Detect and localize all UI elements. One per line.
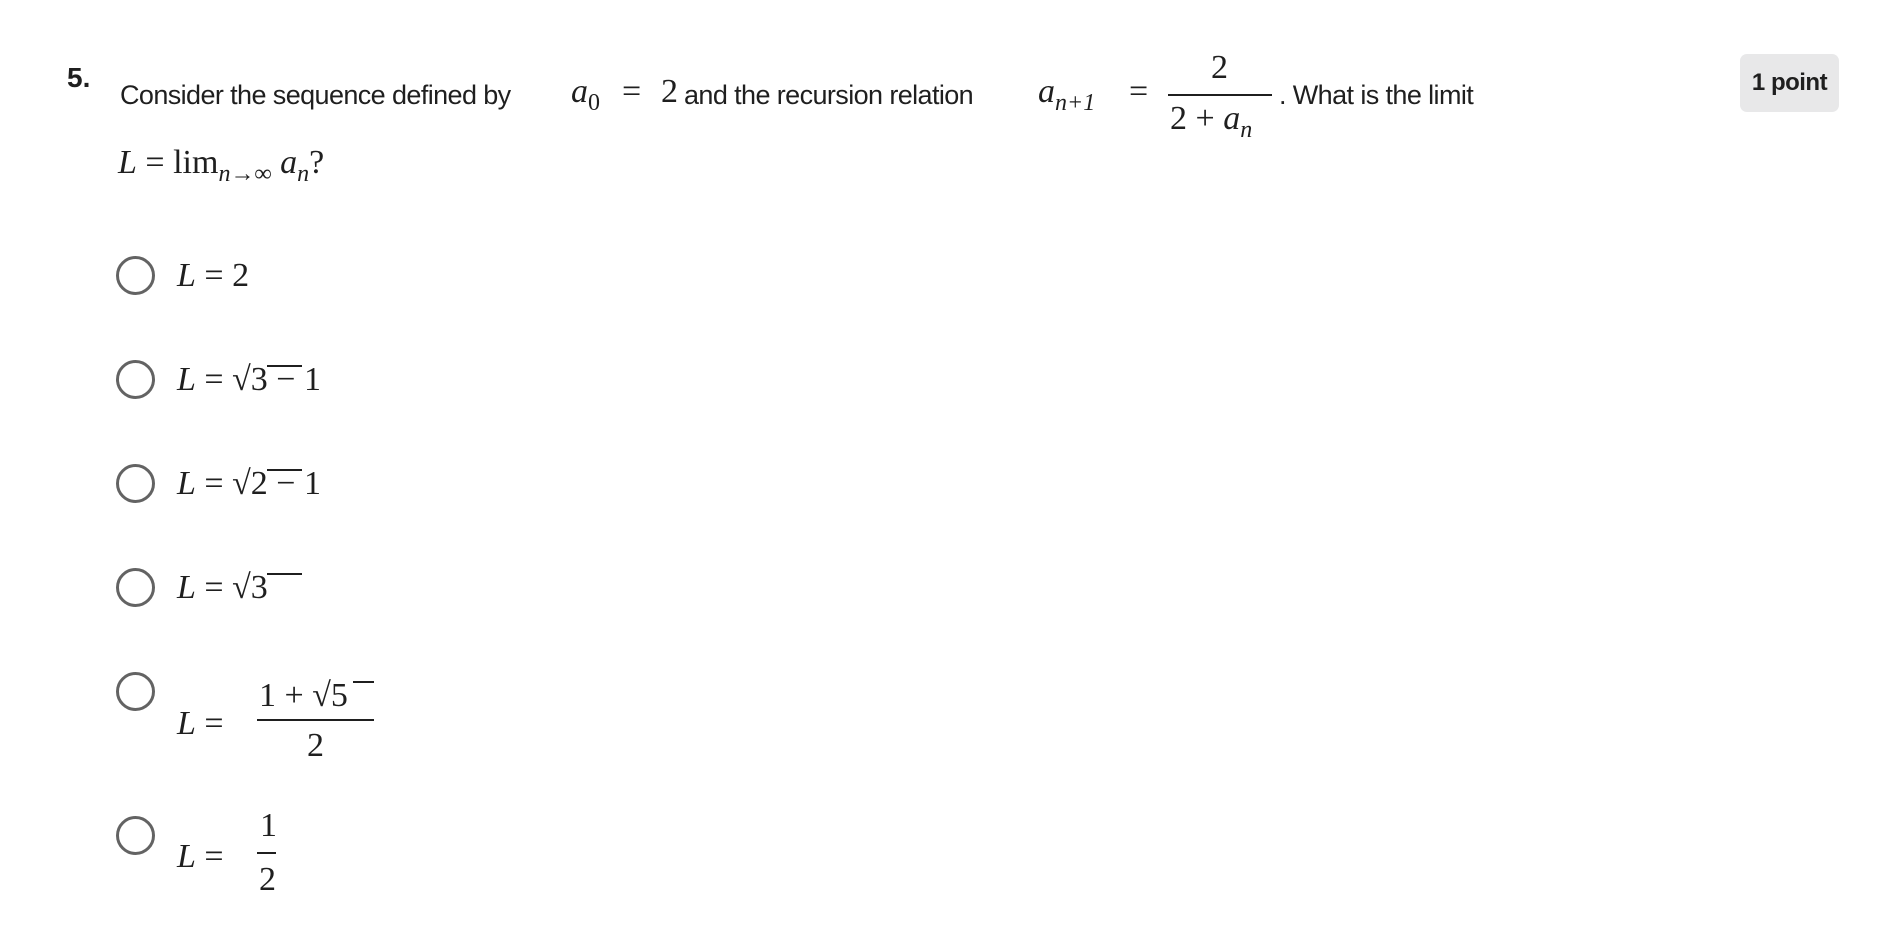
- math-var-L: L: [177, 705, 196, 742]
- fraction-bar: [1168, 94, 1272, 96]
- question-number: 5.: [67, 62, 91, 93]
- math-two: 2: [661, 73, 678, 110]
- option-label: L = √3: [177, 570, 268, 606]
- option-3[interactable]: L = √2 − 1: [110, 458, 470, 510]
- option-label-lhs: L =: [177, 839, 224, 875]
- math-var-a: a: [1223, 100, 1241, 137]
- option-label: L = √3 − 1: [177, 362, 321, 398]
- math-var-a: a: [1038, 73, 1055, 110]
- question-text-part-1: Consider the sequence defined by: [120, 80, 511, 110]
- math-value: 1: [259, 677, 276, 714]
- radio-button[interactable]: [116, 464, 155, 503]
- math-value: 1: [303, 361, 321, 398]
- option-label-lhs: L =: [177, 706, 224, 742]
- math-value: 1: [303, 465, 321, 502]
- radio-button[interactable]: [116, 568, 155, 607]
- option-1[interactable]: L = 2: [110, 250, 470, 302]
- sqrt-symbol: √: [232, 361, 251, 398]
- math-equals: =: [204, 361, 224, 398]
- sqrt-overline: [267, 365, 302, 367]
- radio-button[interactable]: [116, 256, 155, 295]
- sqrt-symbol: √: [232, 465, 251, 502]
- sqrt-overline: [267, 573, 302, 575]
- radio-button[interactable]: [116, 672, 155, 711]
- math-var-L: L: [177, 838, 196, 875]
- math-value: 2: [232, 257, 250, 294]
- fraction-numerator: 1 + √5: [259, 678, 348, 714]
- math-plus: +: [1195, 100, 1215, 137]
- radio-button[interactable]: [116, 816, 155, 855]
- sqrt-overline: [267, 469, 302, 471]
- option-label: L = √2 − 1: [177, 466, 321, 502]
- math-equals: =: [204, 838, 224, 875]
- math-two: 2: [1170, 100, 1187, 137]
- math-equals: =: [1129, 73, 1149, 110]
- fraction-bar: [257, 719, 374, 721]
- fraction-denominator: 2 + an: [1170, 100, 1253, 144]
- math-a0: a0: [571, 73, 600, 117]
- sqrt-radicand: 2: [250, 465, 268, 502]
- math-lim: lim: [173, 144, 219, 181]
- question-text-part-3: . What is the limit: [1279, 80, 1474, 110]
- math-var-L: L: [118, 144, 137, 181]
- math-equals: =: [622, 73, 642, 110]
- points-badge: 1 point: [1740, 54, 1839, 112]
- math-var-L: L: [177, 257, 196, 294]
- math-equals: =: [204, 257, 224, 294]
- question-mark: ?: [309, 144, 325, 181]
- sqrt-symbol: √: [232, 569, 251, 606]
- math-limit-expression: L = limn→∞ an?: [118, 144, 325, 188]
- fraction-numerator: 1: [260, 807, 277, 844]
- math-equals: =: [204, 705, 224, 742]
- question-text-part-2: and the recursion relation: [684, 80, 974, 110]
- math-subscript-0: 0: [588, 90, 600, 116]
- sqrt-radicand: 3: [250, 361, 268, 398]
- option-4[interactable]: L = √3: [110, 562, 470, 614]
- math-var-L: L: [177, 465, 196, 502]
- math-equals: =: [204, 465, 224, 502]
- math-a-n-plus-1: an+1: [1038, 73, 1096, 117]
- sqrt-overline: [353, 681, 374, 683]
- math-var-a: a: [571, 73, 588, 110]
- math-equals: =: [204, 569, 224, 606]
- math-subscript-n-plus-1: n+1: [1055, 90, 1096, 116]
- math-subscript-n: n: [297, 161, 310, 187]
- sqrt-symbol: √: [312, 677, 331, 714]
- sqrt-radicand: 5: [330, 677, 348, 714]
- option-label: L = 2: [177, 258, 249, 294]
- math-var-L: L: [177, 361, 196, 398]
- math-subscript-n: n: [1240, 117, 1253, 143]
- math-equals: =: [145, 144, 165, 181]
- fraction-bar: [257, 852, 276, 854]
- option-2[interactable]: L = √3 − 1: [110, 354, 470, 406]
- math-var-a: a: [280, 144, 298, 181]
- math-var-L: L: [177, 569, 196, 606]
- radio-button[interactable]: [116, 360, 155, 399]
- fraction-denominator: 2: [259, 861, 276, 898]
- math-subscript-n-to-infinity: n→∞: [218, 161, 272, 187]
- option-5[interactable]: L = 1 + √5 2: [110, 666, 470, 776]
- fraction-numerator: 2: [1211, 49, 1228, 86]
- option-6[interactable]: L = 1 2: [110, 807, 470, 920]
- fraction-denominator: 2: [307, 727, 324, 764]
- sqrt-radicand: 3: [250, 569, 268, 606]
- math-plus: +: [284, 677, 304, 714]
